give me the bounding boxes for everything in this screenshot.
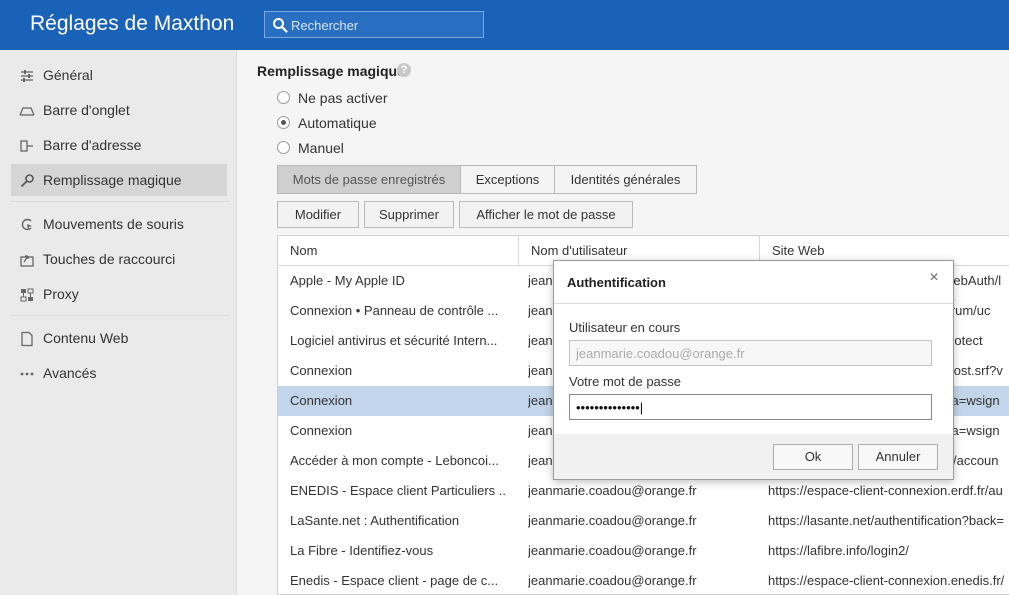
delete-button[interactable]: Supprimer [364,201,454,228]
address-bar-icon [20,140,33,152]
cell-name: Apple - My Apple ID [290,273,405,288]
search-box[interactable] [264,11,484,38]
cell-name: Connexion [290,423,353,438]
sidebar-item-label: Général [43,67,93,83]
key-icon [20,174,34,188]
search-input[interactable] [291,14,479,36]
sidebar-item-label: Contenu Web [43,330,129,346]
sidebar-item-label: Barre d'onglet [43,102,130,118]
radio-button-checked[interactable] [277,116,290,129]
sidebar-item-advanced[interactable]: Avancés [11,357,227,389]
modify-button[interactable]: Modifier [277,201,359,228]
sidebar-item-magic-fill[interactable]: Remplissage magique [11,164,227,196]
help-icon[interactable]: ? [397,63,411,77]
cell-username: jeanmarie.coadou@orange.fr [528,513,697,528]
title-bar: Réglages de Maxthon [0,0,1009,50]
proxy-icon [20,288,34,302]
app-title: Réglages de Maxthon [30,12,235,35]
sidebar: Général Barre d'onglet Barre d'adresse R… [0,50,237,595]
cell-username: jeanmarie.coadou@orange.fr [528,543,697,558]
tab-icon [19,107,35,116]
radio-label: Automatique [298,115,377,131]
table-row[interactable]: Enedis - Espace client - page de c... jea… [278,566,1009,594]
cell-name: LaSante.net : Authentification [290,513,460,528]
sidebar-item-web-content[interactable]: Contenu Web [11,322,227,354]
cell-username: jeanmarie.coadou@orange.fr [528,483,697,498]
dialog-title: Authentification [567,275,666,290]
radio-label: Ne pas activer [298,90,388,106]
sidebar-item-label: Remplissage magique [43,172,182,188]
radio-label: Manuel [298,140,344,156]
cell-name: Accéder à mon compte - Leboncoi... [290,453,499,468]
sidebar-item-tab-bar[interactable]: Barre d'onglet [11,94,227,126]
close-icon[interactable]: × [927,270,941,286]
sidebar-item-label: Proxy [43,286,79,302]
cell-website: https://espace-client-connexion.erdf.fr/… [768,483,1003,498]
cell-name: Connexion [290,363,353,378]
tab-exceptions[interactable]: Exceptions [460,165,555,194]
cell-website: https://lafibre.info/login2/ [768,543,909,558]
table-row[interactable]: LaSante.net : Authentification jeanmarie.… [278,506,1009,536]
tab-saved-passwords[interactable]: Mots de passe enregistrés [277,165,461,194]
dialog-divider [554,303,953,304]
mouse-gesture-icon [21,218,32,231]
sidebar-item-label: Barre d'adresse [43,137,142,153]
sidebar-item-address-bar[interactable]: Barre d'adresse [11,129,227,161]
search-icon [273,18,288,33]
shortcut-icon [20,255,34,267]
sidebar-divider [11,315,229,316]
table-row[interactable]: La Fibre - Identifiez-vous jeanmarie.coad… [278,536,1009,566]
cell-name: Connexion • Panneau de contrôle ... [290,303,499,318]
column-header-name[interactable]: Nom [278,236,519,266]
tab-general-identities[interactable]: Identités générales [554,165,697,194]
current-user-field [569,340,932,366]
sidebar-item-general[interactable]: Général [11,59,227,91]
authentication-dialog: Authentification × Utilisateur en cours … [553,260,954,480]
password-field[interactable] [569,394,932,420]
section-title: Remplissage magique [257,63,405,79]
password-label: Votre mot de passe [569,374,682,389]
table-row[interactable]: ENEDIS - Espace client Particuliers ... j… [278,476,1009,506]
ok-button[interactable]: Ok [773,444,853,470]
sidebar-divider [11,201,229,202]
cell-username: jeanmarie.coadou@orange.fr [528,573,697,588]
current-user-label: Utilisateur en cours [569,320,681,335]
sidebar-item-label: Touches de raccourci [43,251,176,267]
sidebar-item-proxy[interactable]: Proxy [11,278,227,310]
page-icon [21,331,33,347]
cell-name: Connexion [290,393,353,408]
sidebar-item-label: Mouvements de souris [43,216,184,232]
radio-button[interactable] [277,91,290,104]
cell-website: https://lasante.net/authentification?bac… [768,513,1004,528]
dialog-footer: Ok Annuler [554,434,953,479]
cancel-button[interactable]: Annuler [858,444,938,470]
sidebar-item-label: Avancés [43,365,97,381]
cell-name: Enedis - Espace client - page de c... [290,573,499,588]
radio-button[interactable] [277,141,290,154]
cell-name: La Fibre - Identifiez-vous [290,543,434,558]
more-icon [20,372,34,376]
cell-website: https://espace-client-connexion.enedis.f… [768,573,1005,588]
sidebar-item-shortcuts[interactable]: Touches de raccourci [11,243,227,275]
cell-name: Logiciel antivirus et sécurité Intern... [290,333,498,348]
sliders-icon [21,70,33,82]
cell-name: ENEDIS - Espace client Particuliers ... [290,483,505,498]
show-password-button[interactable]: Afficher le mot de passe [459,201,633,228]
sidebar-item-mouse-gestures[interactable]: Mouvements de souris [11,208,227,240]
